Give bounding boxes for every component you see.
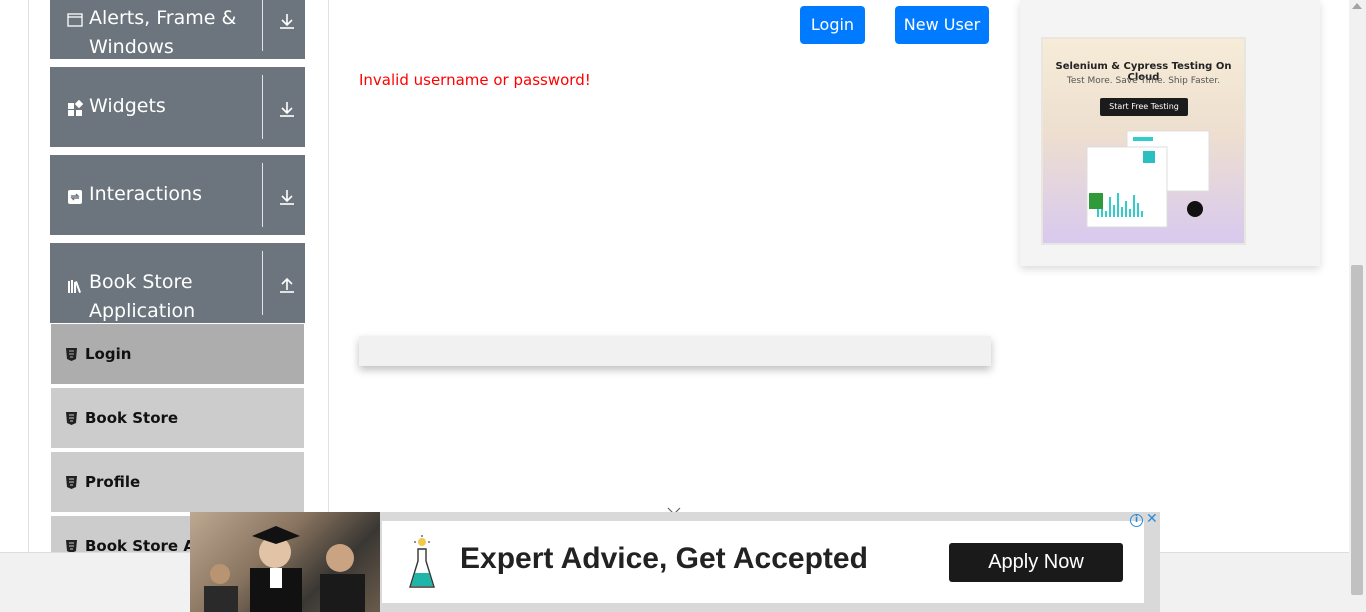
bottom-ad-headline: Expert Advice, Get Accepted [460,542,868,575]
new-user-button[interactable]: New User [895,6,989,44]
sidebar-divider [328,0,329,552]
ad-info-icon[interactable]: i [1130,514,1143,527]
upload-arrow-icon[interactable] [278,276,296,294]
sidebar-group-interactions[interactable]: Interactions [50,155,305,235]
sidebar-item-label: Profile [85,473,141,491]
ad-close-icon[interactable]: ✕ [1146,512,1159,527]
right-ad-card[interactable]: Selenium & Cypress Testing On Cloud Test… [1041,37,1246,245]
download-arrow-icon[interactable] [278,12,296,30]
login-button[interactable]: Login [800,6,865,44]
widgets-icon [68,100,83,116]
sidebar-group-label: Book Store [89,271,193,293]
group-separator [262,251,263,315]
right-ad-cta-button[interactable]: Start Free Testing [1100,98,1188,116]
right-ad-subtitle: Test More. Save Time. Ship Faster. [1066,76,1221,86]
group-separator [262,163,263,227]
html5-icon [66,476,77,489]
error-message: Invalid username or password! [359,71,591,89]
sidebar-item-profile[interactable]: Profile [50,451,305,513]
sidebar-group-label: Alerts, Frame & [89,7,237,29]
sidebar-group-label: Interactions [89,183,202,205]
sidebar-item-label: Login [85,345,132,363]
sidebar-item-label: Book Store [85,409,179,427]
page: Alerts, Frame & Windows Widgets Interact… [0,0,1366,612]
decorative-strip [359,336,991,366]
sidebar-group-label: Widgets [89,95,166,117]
sidebar-group-widgets[interactable]: Widgets [50,67,305,147]
sidebar-item-book-store[interactable]: Book Store [50,387,305,449]
sidebar-group-label-line2: Windows [89,36,174,58]
sidebar-group-alerts-frame-windows[interactable]: Alerts, Frame & Windows [50,0,305,59]
html5-icon [66,348,77,361]
scroll-up-arrow-icon[interactable] [1352,3,1362,9]
download-arrow-icon[interactable] [278,188,296,206]
graduates-photo [190,512,380,612]
group-separator [262,75,263,139]
apply-now-button[interactable]: Apply Now [949,543,1123,582]
left-gutter-line [28,0,29,552]
bottom-ad-banner[interactable]: Expert Advice, Get Accepted Apply Now i … [190,512,1160,612]
window-icon [67,13,83,27]
dashboard-illustration [1086,130,1210,228]
sidebar-group-label-line2: Application [89,300,196,322]
scrollbar-thumb[interactable] [1351,265,1363,595]
flask-bulb-icon [409,535,435,588]
sidebar-group-book-store-application[interactable]: Book Store Application [50,243,305,323]
chevron-down-icon[interactable] [667,500,681,515]
interactions-icon [68,190,82,204]
html5-icon [66,412,77,425]
download-arrow-icon[interactable] [278,100,296,118]
books-icon [68,280,81,293]
group-separator [262,0,263,51]
sidebar-item-login[interactable]: Login [50,323,305,385]
